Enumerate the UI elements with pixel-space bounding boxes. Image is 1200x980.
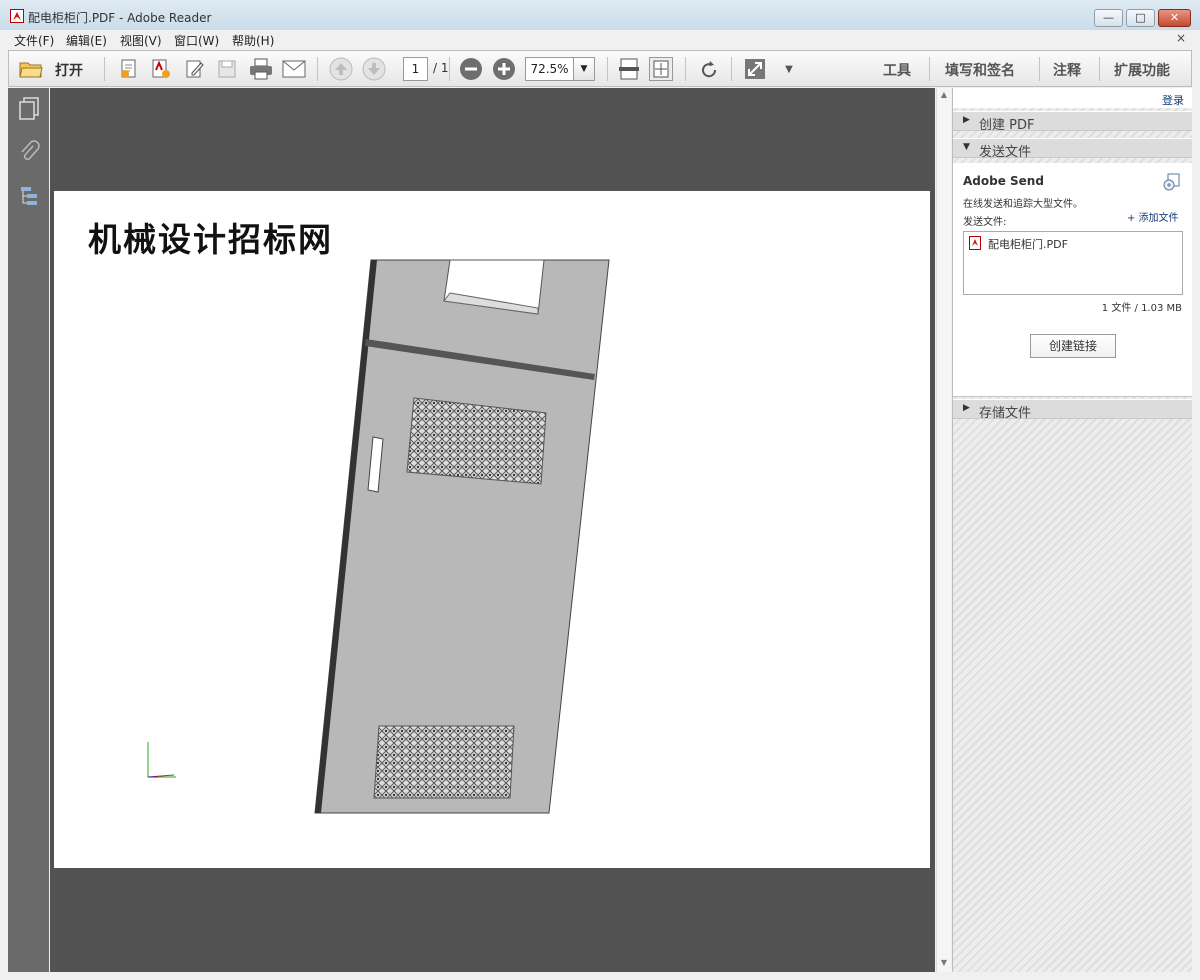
- login-bar: 登录: [953, 88, 1192, 108]
- adobe-reader-app-icon: [10, 9, 24, 23]
- maximize-button[interactable]: □: [1126, 9, 1155, 27]
- toolbar-divider: [607, 57, 608, 81]
- send-description: 在线发送和追踪大型文件。: [963, 199, 1083, 210]
- expand-arrow-icon: ▶: [963, 403, 970, 413]
- send-files-label: 发送文件:: [963, 217, 1007, 228]
- toolbar-divider: [1099, 57, 1100, 81]
- fit-page-icon[interactable]: [649, 57, 673, 81]
- section-store-files[interactable]: ▶ 存储文件: [953, 399, 1192, 421]
- cabinet-door-drawing: [147, 259, 610, 814]
- collapse-arrow-icon: ▼: [963, 142, 970, 152]
- zoom-level-input[interactable]: 72.5%: [525, 57, 573, 81]
- toolbar-divider: [104, 57, 105, 81]
- send-files-panel: Adobe Send 在线发送和追踪大型文件。 发送文件: + 添加文件 配电柜…: [953, 163, 1192, 397]
- next-page-icon[interactable]: [362, 57, 386, 81]
- file-list[interactable]: 配电柜柜门.PDF: [963, 231, 1183, 295]
- tools-panel: 登录 ▶ 创建 PDF ▼ 发送文件 Adobe Send 在线发送和追踪大型文…: [952, 88, 1192, 972]
- toolbar: 打开 1 / 1 72.5% ▼ ▼ 工具 填写和签名 注释 扩展功能: [8, 50, 1192, 87]
- edit-pdf-icon[interactable]: [183, 57, 207, 81]
- open-button-label[interactable]: 打开: [55, 60, 83, 80]
- fit-width-icon[interactable]: [617, 57, 641, 81]
- pdf-file-icon: [969, 236, 981, 250]
- pdf-page[interactable]: 机械设计招标网: [54, 191, 930, 868]
- expand-arrow-icon: ▶: [963, 115, 970, 125]
- menu-window[interactable]: 窗口(W): [174, 32, 219, 49]
- window-title: 配电柜柜门.PDF - Adobe Reader: [28, 11, 212, 25]
- toolbar-divider: [929, 57, 930, 81]
- close-document-button[interactable]: ×: [1176, 31, 1186, 45]
- export-pdf-icon[interactable]: [149, 57, 173, 81]
- add-file-link[interactable]: + 添加文件: [1127, 209, 1179, 224]
- section-title: 创建 PDF: [979, 118, 1035, 133]
- section-title: 发送文件: [979, 145, 1032, 160]
- scroll-down-arrow-icon[interactable]: ▼: [937, 958, 951, 967]
- title-bar: 配电柜柜门.PDF - Adobe Reader — □ ✕: [0, 0, 1200, 31]
- customize-toolbar-dropdown-icon[interactable]: ▼: [777, 57, 801, 81]
- tab-comment[interactable]: 注释: [1053, 60, 1081, 80]
- page-total-label: / 1: [433, 61, 449, 75]
- toolbar-divider: [1039, 57, 1040, 81]
- tab-extended[interactable]: 扩展功能: [1114, 60, 1170, 80]
- save-icon[interactable]: [215, 57, 239, 81]
- adobe-send-title: Adobe Send: [963, 174, 1044, 188]
- attachments-paperclip-icon[interactable]: [16, 139, 42, 165]
- page-number-input[interactable]: 1: [403, 57, 428, 81]
- navigation-pane: [8, 88, 49, 972]
- toolbar-divider: [731, 57, 732, 81]
- menu-help[interactable]: 帮助(H): [232, 32, 274, 49]
- menu-edit[interactable]: 编辑(E): [66, 32, 107, 49]
- create-pdf-icon[interactable]: [117, 57, 141, 81]
- previous-page-icon[interactable]: [329, 57, 353, 81]
- zoom-in-icon[interactable]: [492, 57, 516, 81]
- vertical-scrollbar[interactable]: ▲ ▼: [936, 88, 951, 972]
- menu-bar: 文件(F) 编辑(E) 视图(V) 窗口(W) 帮助(H) ×: [0, 30, 1200, 50]
- bookmarks-tree-icon[interactable]: [16, 183, 42, 209]
- section-title: 存储文件: [979, 406, 1032, 421]
- minimize-button[interactable]: —: [1094, 9, 1123, 27]
- page-thumbnails-icon[interactable]: [16, 96, 42, 122]
- rotate-icon[interactable]: [697, 57, 721, 81]
- zoom-dropdown-button[interactable]: ▼: [573, 57, 595, 81]
- open-folder-icon[interactable]: [19, 57, 43, 81]
- tab-tools[interactable]: 工具: [883, 60, 911, 80]
- file-list-item[interactable]: 配电柜柜门.PDF: [988, 236, 1068, 252]
- login-link[interactable]: 登录: [1162, 92, 1184, 108]
- toolbar-divider: [317, 57, 318, 81]
- scroll-up-arrow-icon[interactable]: ▲: [937, 90, 951, 99]
- print-icon[interactable]: [249, 57, 273, 81]
- full-screen-icon[interactable]: [743, 57, 767, 81]
- tab-fill-and-sign[interactable]: 填写和签名: [945, 60, 1015, 80]
- send-options-icon[interactable]: [1163, 173, 1181, 191]
- section-send-files[interactable]: ▼ 发送文件: [953, 138, 1192, 160]
- menu-file[interactable]: 文件(F): [14, 32, 54, 49]
- toolbar-divider: [449, 57, 450, 81]
- section-create-pdf[interactable]: ▶ 创建 PDF: [953, 111, 1192, 133]
- menu-view[interactable]: 视图(V): [120, 32, 162, 49]
- email-icon[interactable]: [282, 57, 306, 81]
- zoom-out-icon[interactable]: [459, 57, 483, 81]
- create-link-button[interactable]: 创建链接: [1030, 334, 1116, 358]
- file-summary: 1 文件 / 1.03 MB: [1101, 303, 1182, 314]
- toolbar-divider: [685, 57, 686, 81]
- close-window-button[interactable]: ✕: [1158, 9, 1191, 27]
